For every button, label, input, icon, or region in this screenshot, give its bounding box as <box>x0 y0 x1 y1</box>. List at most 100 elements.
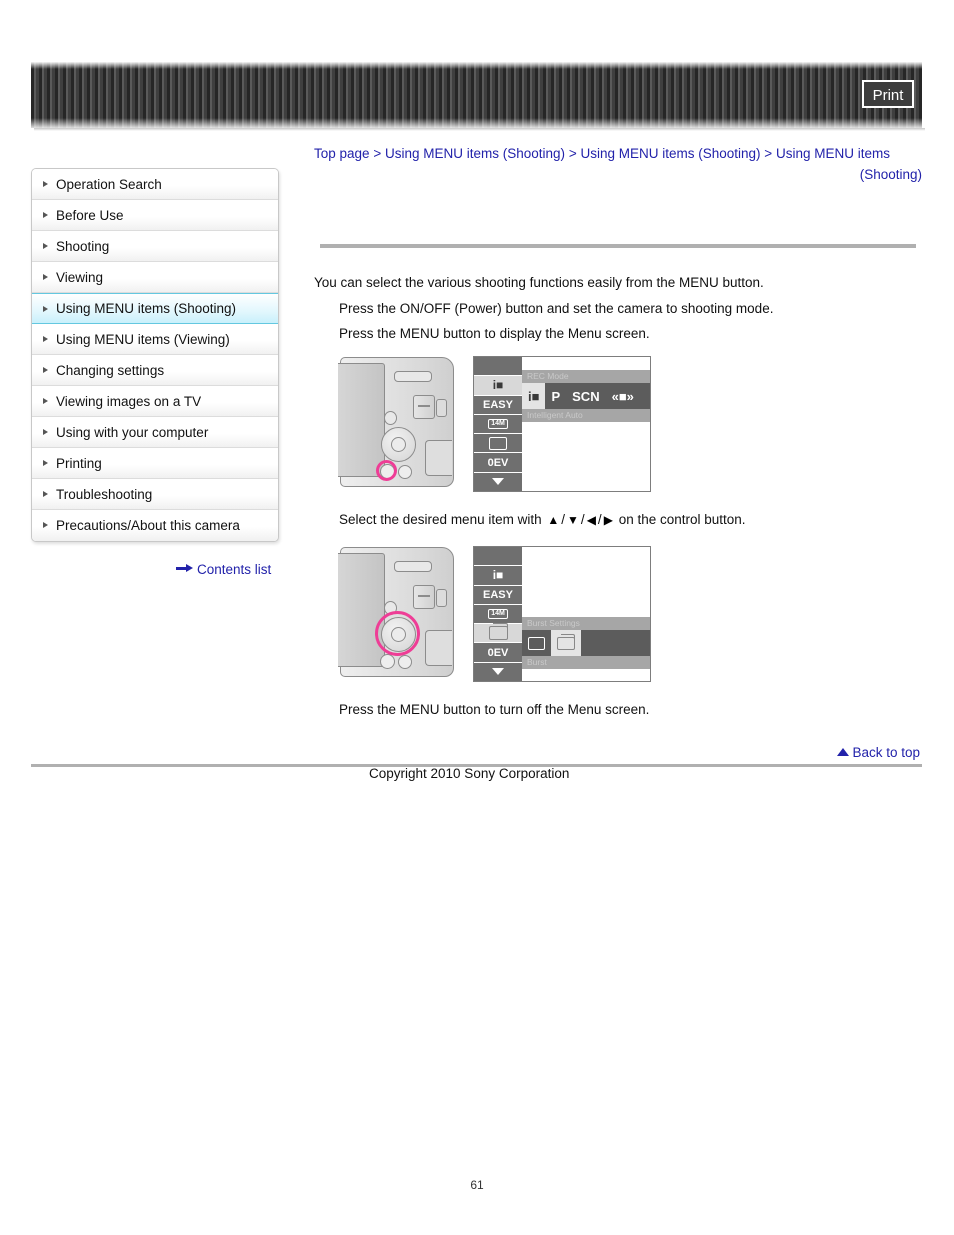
option-burst[interactable] <box>551 630 581 656</box>
highlight-ring-control-wheel <box>375 611 420 656</box>
camera-battery-door <box>425 440 452 476</box>
triangle-up-icon <box>837 748 850 756</box>
option-intelligent-auto[interactable]: i■ <box>522 383 546 409</box>
breadcrumb-separator: > <box>764 146 773 161</box>
rail-cell-ev[interactable]: 0EV <box>474 643 522 663</box>
top-banner <box>31 62 922 128</box>
camera-zoom-lever <box>413 585 435 609</box>
sidebar-item-label: Using MENU items (Viewing) <box>56 332 230 347</box>
sidebar-item-before-use[interactable]: Before Use <box>32 200 278 231</box>
chevron-right-icon <box>43 522 48 528</box>
camera-illustration <box>338 544 457 686</box>
camera-lcd-screen <box>338 553 385 667</box>
sidebar-item-label: Before Use <box>56 208 124 223</box>
contents-list-link[interactable]: Contents list <box>176 562 271 577</box>
option-program-auto[interactable]: P <box>545 383 566 409</box>
banner-shadow <box>34 128 925 131</box>
menu-rail: i■ EASY 14M 0EV <box>474 547 522 681</box>
intelligent-auto-icon: i■ <box>492 378 504 393</box>
breadcrumb-item-3[interactable]: Using MENU items <box>776 146 890 161</box>
select-instruction: Select the desired menu item with ▲ / ▼ / ◀ /… <box>339 510 746 530</box>
chevron-down-icon <box>492 478 504 486</box>
chevron-right-icon <box>43 274 48 280</box>
breadcrumb-item-3-tail[interactable]: (Shooting) <box>314 164 922 185</box>
sidebar-item-using-menu-items-viewing[interactable]: Using MENU items (Viewing) <box>32 324 278 355</box>
chevron-down-icon <box>492 668 504 676</box>
camera-speaker-grille <box>394 371 432 382</box>
menu-panel: Burst Settings Burst <box>522 547 650 681</box>
camera-battery-door <box>425 630 452 666</box>
rail-cell-burst-settings[interactable] <box>474 623 522 644</box>
intro-paragraph: You can select the various shooting func… <box>314 275 764 290</box>
single-shot-icon <box>489 436 507 450</box>
sidebar-item-operation-search[interactable]: Operation Search <box>32 169 278 200</box>
arrow-right-icon: ▶ <box>603 513 613 527</box>
breadcrumb-item-0[interactable]: Top page <box>314 146 370 161</box>
image-size-icon: 14M <box>488 418 508 429</box>
chevron-right-icon <box>43 212 48 218</box>
rail-cell-rec-mode[interactable]: i■ <box>474 566 522 586</box>
sidebar-nav: Operation Search Before Use Shooting Vie… <box>31 168 279 542</box>
figure-rec-mode: i■ EASY 14M 0EV REC Mode i■ P SCN «■» In… <box>338 354 653 496</box>
rail-cell-image-size[interactable]: 14M <box>474 604 522 625</box>
rail-cell-rec-mode[interactable]: i■ <box>474 376 522 396</box>
sidebar-item-printing[interactable]: Printing <box>32 448 278 479</box>
chevron-right-icon <box>43 429 48 435</box>
rail-cell-image-size[interactable]: 14M <box>474 414 522 435</box>
sidebar-item-precautions-about-this-camera[interactable]: Precautions/About this camera <box>32 510 278 541</box>
burst-icon <box>557 633 575 650</box>
single-shot-icon <box>528 636 545 650</box>
sidebar-item-using-with-your-computer[interactable]: Using with your computer <box>32 417 278 448</box>
camera-menu-screen-rec-mode: i■ EASY 14M 0EV REC Mode i■ P SCN «■» In… <box>473 356 651 492</box>
option-movie-mode[interactable]: «■» <box>606 383 640 409</box>
chevron-right-icon <box>43 460 48 466</box>
rail-cell-burst-settings[interactable] <box>474 434 522 454</box>
chevron-right-icon <box>43 306 48 312</box>
rail-cell-blank <box>474 547 522 567</box>
sidebar-item-changing-settings[interactable]: Changing settings <box>32 355 278 386</box>
highlight-ring-menu-button <box>376 460 397 481</box>
option-scene-selection[interactable]: SCN <box>566 383 605 409</box>
sidebar-item-label: Changing settings <box>56 363 165 378</box>
rail-cell-more[interactable] <box>474 472 522 491</box>
sidebar-item-label: Operation Search <box>56 177 162 192</box>
breadcrumb-separator: > <box>373 146 382 161</box>
arrow-down-icon: ▼ <box>567 513 579 527</box>
figure-burst-settings: i■ EASY 14M 0EV Burst Settings Burst <box>338 544 653 686</box>
select-suffix-text: on the control button. <box>618 512 746 527</box>
back-to-top-link[interactable]: Back to top <box>837 745 920 760</box>
camera-side-button <box>436 399 447 417</box>
camera-speaker-grille <box>394 561 432 572</box>
sidebar-item-label: Precautions/About this camera <box>56 518 240 533</box>
sidebar-item-viewing[interactable]: Viewing <box>32 262 278 293</box>
sidebar-item-viewing-images-on-a-tv[interactable]: Viewing images on a TV <box>32 386 278 417</box>
step-2-text: Press the MENU button to display the Men… <box>339 326 650 341</box>
sidebar-item-shooting[interactable]: Shooting <box>32 231 278 262</box>
sidebar-item-using-menu-items-shooting[interactable]: Using MENU items (Shooting) <box>32 293 278 324</box>
print-button[interactable]: Print <box>862 80 914 108</box>
sidebar-item-troubleshooting[interactable]: Troubleshooting <box>32 479 278 510</box>
rail-cell-more[interactable] <box>474 662 522 681</box>
panel-title-burst-settings: Burst Settings <box>522 617 650 630</box>
sidebar-item-label: Troubleshooting <box>56 487 153 502</box>
rail-cell-label: EASY <box>483 588 513 601</box>
option-single-shot[interactable] <box>522 630 551 656</box>
camera-control-wheel <box>381 427 416 462</box>
image-size-icon: 14M <box>488 608 508 619</box>
rail-cell-ev[interactable]: 0EV <box>474 453 522 473</box>
last-step-text: Press the MENU button to turn off the Me… <box>339 702 650 717</box>
breadcrumb-item-2[interactable]: Using MENU items (Shooting) <box>580 146 760 161</box>
camera-lcd-screen <box>338 363 385 477</box>
breadcrumb-item-1[interactable]: Using MENU items (Shooting) <box>385 146 565 161</box>
rail-cell-easy[interactable]: EASY <box>474 395 522 415</box>
sidebar-item-label: Using MENU items (Shooting) <box>56 301 237 316</box>
chevron-right-icon <box>43 243 48 249</box>
camera-playback-button <box>384 411 397 425</box>
panel-subtitle-burst: Burst <box>522 656 650 669</box>
select-prefix-text: Select the desired menu item with <box>339 512 542 527</box>
step-1-text: Press the ON/OFF (Power) button and set … <box>339 301 774 316</box>
arrow-right-icon <box>176 564 193 573</box>
rail-cell-blank <box>474 357 522 377</box>
rail-cell-easy[interactable]: EASY <box>474 585 522 605</box>
rail-cell-label: 0EV <box>487 456 509 469</box>
